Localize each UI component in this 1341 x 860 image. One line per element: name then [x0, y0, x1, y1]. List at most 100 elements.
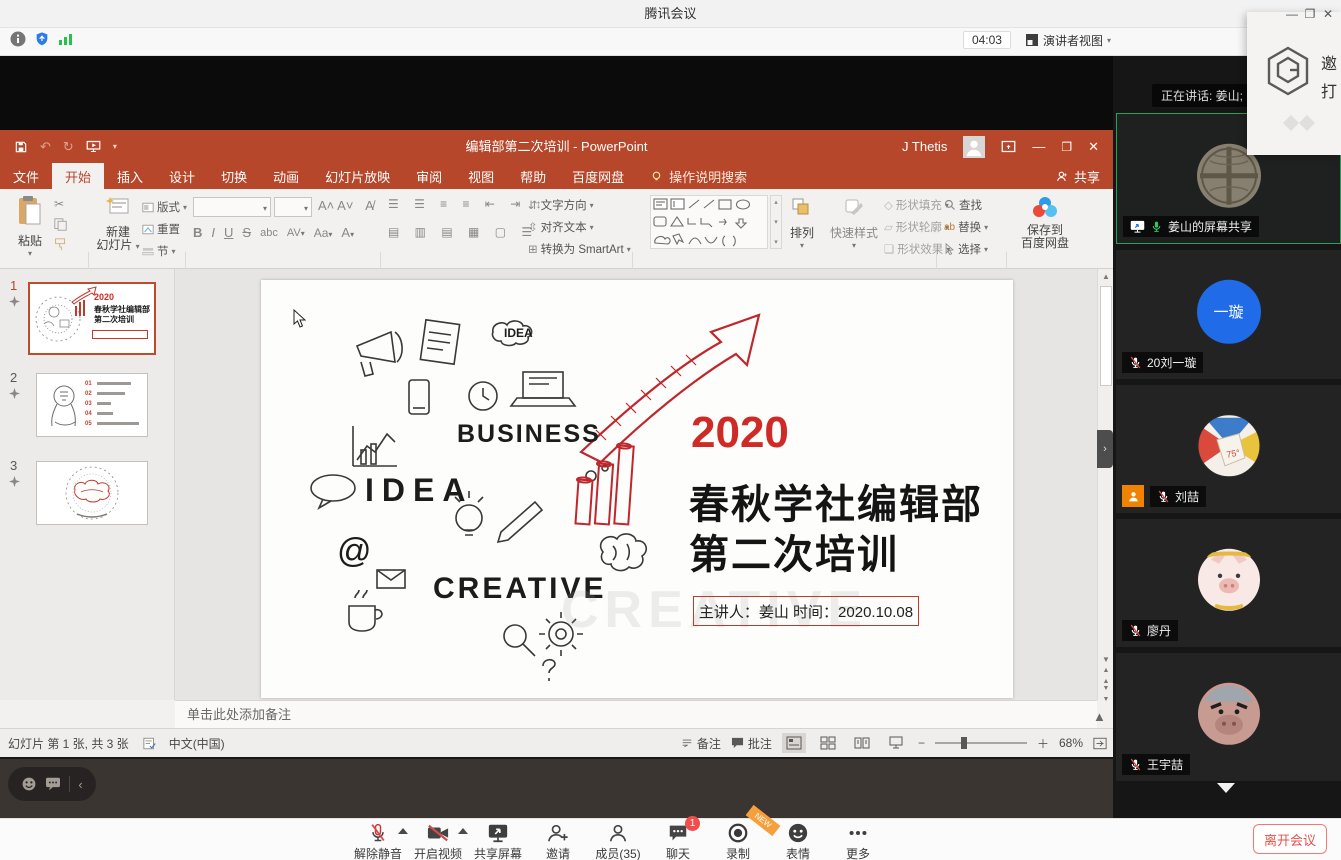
font-color-button[interactable]: A▾	[341, 225, 354, 240]
slide-scrollbar[interactable]: ▲ ▼ ▲▲ ▼▼	[1097, 269, 1113, 700]
tab-file[interactable]: 文件	[0, 163, 52, 189]
emoji-button[interactable]: 表情	[768, 822, 828, 860]
clear-format-icon[interactable]: A̸	[365, 198, 374, 213]
slideshow-view-button[interactable]	[884, 733, 908, 753]
share-button[interactable]: 共享	[1043, 163, 1113, 189]
invite-button[interactable]: 邀请	[528, 822, 588, 860]
new-slide-button[interactable]: 新建幻灯片 ▾	[96, 195, 140, 253]
shape-outline-button[interactable]: ▱形状轮廓▾	[884, 219, 950, 235]
more-button[interactable]: 更多	[828, 822, 888, 860]
find-button[interactable]: 查找	[944, 197, 988, 213]
layout-button[interactable]: 版式▾	[142, 199, 187, 215]
arrange-button[interactable]: 排列 ▾	[790, 197, 814, 250]
tab-transitions[interactable]: 切换	[208, 163, 260, 189]
scrollbar-thumb[interactable]	[1100, 286, 1112, 386]
leave-meeting-button[interactable]: 离开会议	[1253, 824, 1327, 854]
panel-collapse-tab[interactable]: ›	[1097, 430, 1113, 468]
ppt-minimize-icon[interactable]: —	[1032, 139, 1045, 154]
unmute-button[interactable]: 解除静音	[348, 822, 408, 860]
notification-popup[interactable]: 邀 打	[1247, 12, 1341, 155]
tab-view[interactable]: 视图	[455, 163, 507, 189]
quick-reaction-bar[interactable]: ‹	[8, 767, 96, 801]
shape-fill-button[interactable]: ◇形状填充▾	[884, 197, 950, 213]
chevron-left-icon[interactable]: ‹	[78, 777, 82, 792]
security-shield-icon[interactable]	[34, 31, 50, 52]
slide[interactable]: BUSINESS IDEA IDEA CREATIVE @ CREATIVE 2…	[261, 280, 1013, 698]
account-name[interactable]: J Thetis	[902, 139, 947, 154]
align-text-button[interactable]: ⇳对齐文本▾	[528, 219, 631, 235]
shrink-font-icon[interactable]: A˅	[337, 198, 353, 213]
tell-me-search[interactable]: 操作说明搜索	[637, 163, 760, 189]
participant-tile[interactable]: 王宇喆	[1116, 653, 1341, 781]
participant-tile[interactable]: 一璇 20刘一璇	[1116, 250, 1341, 379]
network-signal-icon[interactable]	[58, 32, 74, 51]
zoom-level[interactable]: 68%	[1059, 736, 1083, 750]
ppt-close-icon[interactable]: ✕	[1088, 139, 1099, 155]
notes-pane[interactable]: 单击此处添加备注 ▲▼	[175, 700, 1097, 728]
tab-design[interactable]: 设计	[156, 163, 208, 189]
zoom-out-icon[interactable]: −	[918, 736, 925, 750]
emoji-icon[interactable]	[21, 776, 37, 792]
slide-thumbnail-3[interactable]	[37, 462, 147, 524]
grow-font-icon[interactable]: A˄	[318, 198, 334, 213]
start-video-button[interactable]: 开启视频	[408, 822, 468, 860]
bold-button[interactable]: B	[193, 225, 202, 240]
shapes-scroll[interactable]: ▴▾▾	[770, 195, 782, 249]
reading-view-button[interactable]	[850, 733, 874, 753]
strikethrough-button[interactable]: S	[242, 225, 251, 240]
tab-baidu-netdisk[interactable]: 百度网盘	[559, 163, 637, 189]
font-name-select[interactable]: ▾	[193, 197, 271, 217]
ribbon-options-icon[interactable]	[1001, 140, 1016, 153]
slideshow-icon[interactable]	[86, 140, 101, 153]
normal-view-button[interactable]	[782, 733, 806, 753]
tab-review[interactable]: 审阅	[403, 163, 455, 189]
smartart-button[interactable]: ⊞转换为 SmartArt▾	[528, 241, 631, 257]
restore-icon[interactable]: ❐	[1301, 7, 1319, 21]
chat-button[interactable]: 聊天 1	[648, 822, 708, 860]
underline-button[interactable]: U	[224, 225, 233, 240]
next-slide-button[interactable]: ▼▼	[1098, 683, 1114, 705]
save-to-baidu-button[interactable]: 保存到百度网盘	[1014, 195, 1076, 250]
tab-insert[interactable]: 插入	[104, 163, 156, 189]
char-spacing-button[interactable]: AV▾	[287, 227, 305, 239]
scroll-up-icon[interactable]: ▲	[1098, 272, 1114, 282]
slide-thumbnail-1[interactable]: 2020 春秋学社编辑部 第二次培训	[28, 282, 156, 355]
section-button[interactable]: 节▾	[142, 243, 187, 259]
select-button[interactable]: 选择▾	[944, 241, 988, 257]
share-screen-button[interactable]: 共享屏幕	[468, 822, 528, 860]
save-icon[interactable]	[14, 140, 28, 154]
scroll-participants-down-icon[interactable]	[1217, 783, 1235, 793]
quick-styles-button[interactable]: 快速样式 ▾	[828, 197, 880, 250]
avatar[interactable]	[963, 136, 985, 158]
chat-bubble-icon[interactable]	[45, 777, 61, 791]
slide-sorter-view-button[interactable]	[816, 733, 840, 753]
ppt-restore-icon[interactable]: ❐	[1061, 140, 1072, 154]
notes-toggle[interactable]: 备注	[681, 735, 721, 752]
spellcheck-icon[interactable]	[143, 737, 157, 750]
comments-toggle[interactable]: 批注	[731, 735, 772, 752]
tab-slideshow[interactable]: 幻灯片放映	[312, 163, 403, 189]
tab-help[interactable]: 帮助	[507, 163, 559, 189]
shadow-button[interactable]: abc	[260, 227, 278, 239]
undo-icon[interactable]: ↶	[40, 139, 51, 155]
meeting-info-icon[interactable]	[10, 31, 26, 52]
redo-icon[interactable]: ↻	[63, 139, 74, 155]
align-buttons[interactable]: ▤ ▥ ▤ ▦ ▢ ☰	[388, 225, 538, 239]
shapes-gallery[interactable]	[650, 195, 768, 249]
record-button[interactable]: 录制 NEW	[708, 822, 768, 860]
members-button[interactable]: 成员(35)	[588, 822, 648, 860]
tab-home[interactable]: 开始	[52, 163, 104, 189]
shape-effects-button[interactable]: ❏形状效果▾	[884, 241, 950, 257]
tab-animations[interactable]: 动画	[260, 163, 312, 189]
paste-button[interactable]: 粘贴 ▾	[10, 195, 50, 258]
reset-button[interactable]: 重置	[142, 221, 187, 237]
text-direction-button[interactable]: ⇵文字方向▾	[528, 197, 631, 213]
cut-icon[interactable]: ✂	[54, 197, 67, 211]
zoom-slider-thumb[interactable]	[961, 737, 967, 749]
view-mode-button[interactable]: 演讲者视图 ▾	[1025, 32, 1111, 49]
italic-button[interactable]: I	[211, 225, 215, 240]
close-icon[interactable]: ✕	[1319, 7, 1337, 21]
video-options-icon[interactable]	[458, 828, 468, 834]
zoom-slider[interactable]	[935, 736, 1027, 750]
replace-button[interactable]: ab替换▾	[944, 219, 988, 235]
